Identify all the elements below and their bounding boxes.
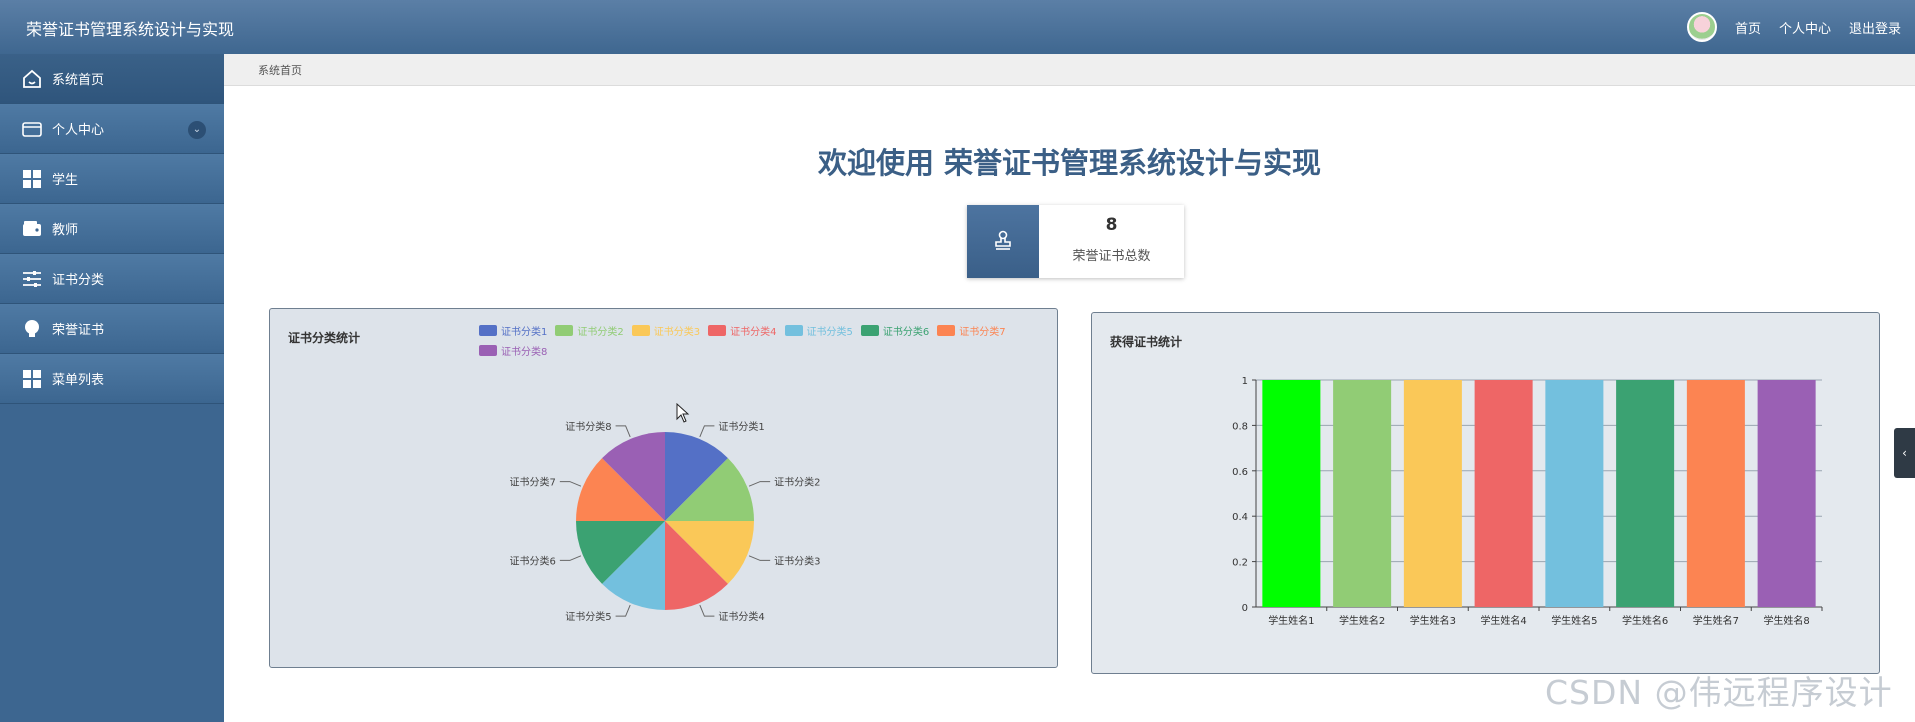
- sidebar-item-honor-cert[interactable]: 荣誉证书: [0, 304, 224, 354]
- pie-label-line: [699, 604, 715, 617]
- sidebar-item-label: 荣誉证书: [52, 323, 105, 338]
- bar-chart: 0 0.2 0.4 0.6 0.8 1 学生姓名1 学生姓名2 学生姓名3 学生姓名4 学生姓名5 学…: [1232, 376, 1823, 627]
- x-tick-label: 学生姓名7: [1693, 614, 1739, 627]
- x-tick-label: 学生姓名4: [1480, 614, 1526, 627]
- sidebar-item-students[interactable]: 学生: [0, 154, 224, 204]
- sidebar-item-menu-list[interactable]: 菜单列表: [0, 354, 224, 404]
- x-tick-label: 学生姓名3: [1410, 614, 1456, 627]
- sidebar-item-label: 学生: [52, 173, 79, 188]
- stat-icon-box: [967, 205, 1039, 278]
- y-tick-label: 0.8: [1232, 421, 1248, 432]
- y-tick-label: 0.2: [1232, 558, 1248, 569]
- stat-label: 荣誉证书总数: [1072, 249, 1151, 264]
- avatar[interactable]: [1686, 12, 1717, 42]
- sidebar-item-label: 菜单列表: [52, 373, 105, 388]
- chevron-down-icon[interactable]: ⌄: [188, 121, 206, 139]
- pie-chart: 证书分类1 证书分类2 证书分类3 证书分类4 证书分类5 证书分类6 证书分类7 证书分类8: [509, 420, 820, 623]
- stamp-icon: [992, 229, 1014, 255]
- sliders-icon: [20, 267, 44, 291]
- sidebar-item-teachers[interactable]: 教师: [0, 204, 224, 254]
- bar[interactable]: [1474, 380, 1533, 607]
- pie-slice-label: 证书分类4: [718, 610, 764, 623]
- bar-chart-panel: 获得证书统计 0 0.2 0.4 0.6 0.8 1 学生姓名1 学生姓名2 学生姓名3 学生姓名…: [1091, 312, 1880, 674]
- sidebar: 系统首页 个人中心 ⌄ 学生 教师 证书分类 荣誉证书 菜单列表: [0, 54, 224, 722]
- x-tick-label: 学生姓名5: [1551, 614, 1597, 627]
- pie-slice-label: 证书分类6: [509, 554, 555, 567]
- pie-label-line: [748, 555, 771, 561]
- bar[interactable]: [1686, 380, 1745, 607]
- sidebar-item-home[interactable]: 系统首页: [0, 54, 224, 104]
- y-tick-label: 0: [1242, 603, 1248, 614]
- bulb-icon: [20, 317, 44, 341]
- breadcrumb[interactable]: 系统首页: [258, 62, 302, 78]
- nav-home-link[interactable]: 首页: [1735, 18, 1761, 37]
- bar[interactable]: [1757, 380, 1816, 607]
- stat-value: 8: [1105, 215, 1118, 235]
- x-tick-label: 学生姓名8: [1763, 614, 1809, 627]
- x-tick-label: 学生姓名6: [1622, 614, 1668, 627]
- wallet-icon: [20, 117, 44, 141]
- chevron-left-icon: ‹: [1902, 446, 1907, 460]
- grid-icon: [20, 367, 44, 391]
- mouse-cursor-icon: [676, 402, 690, 427]
- sidebar-item-profile[interactable]: 个人中心 ⌄: [0, 104, 224, 154]
- pie-slice-label: 证书分类3: [774, 554, 820, 567]
- pie-slice-label: 证书分类8: [565, 420, 611, 433]
- collapse-tab[interactable]: ‹: [1894, 428, 1915, 478]
- y-tick-label: 0.4: [1232, 512, 1248, 523]
- wallet-icon: [20, 217, 44, 241]
- y-tick-label: 0.6: [1232, 467, 1248, 478]
- sidebar-item-label: 教师: [52, 223, 79, 238]
- x-tick-label: 学生姓名2: [1339, 614, 1385, 627]
- app-title: 荣誉证书管理系统设计与实现: [26, 20, 235, 39]
- pie-label-line: [615, 425, 631, 438]
- sidebar-item-cert-category[interactable]: 证书分类: [0, 254, 224, 304]
- y-tick-label: 1: [1242, 376, 1248, 387]
- sidebar-item-label: 证书分类: [52, 273, 105, 288]
- pie-slice-label: 证书分类7: [509, 476, 555, 489]
- top-bar: 荣誉证书管理系统设计与实现 首页 个人中心 退出登录: [0, 0, 1915, 54]
- watermark: CSDN @伟远程序设计: [1545, 673, 1893, 712]
- pie-chart-panel: 证书分类统计 证书分类1 证书分类2 证书分类3 证书分类4 证书分类5 证书分类6 证书分…: [269, 308, 1058, 668]
- sidebar-item-label: 系统首页: [52, 73, 105, 88]
- bar[interactable]: [1262, 380, 1321, 607]
- sidebar-item-label: 个人中心: [52, 123, 105, 138]
- grid-icon: [20, 167, 44, 191]
- pie-slice-label: 证书分类5: [565, 610, 611, 623]
- nav-logout-link[interactable]: 退出登录: [1849, 18, 1901, 37]
- pie-slice-label: 证书分类1: [718, 420, 764, 433]
- stat-card: 8 荣誉证书总数: [967, 205, 1184, 278]
- bar[interactable]: [1403, 380, 1462, 607]
- page-title: 欢迎使用 荣誉证书管理系统设计与实现: [817, 146, 1322, 180]
- bar[interactable]: [1616, 380, 1675, 607]
- bar[interactable]: [1545, 380, 1604, 607]
- top-nav: 首页 个人中心 退出登录: [1686, 12, 1901, 42]
- pie-label-line: [559, 481, 582, 487]
- pie-label-line: [699, 425, 715, 438]
- pie-label-line: [748, 481, 771, 487]
- pie-slice-label: 证书分类2: [774, 476, 820, 489]
- pie-label-line: [559, 555, 582, 561]
- breadcrumb-bar: 系统首页: [224, 54, 1915, 86]
- home-icon: [20, 67, 44, 91]
- nav-profile-link[interactable]: 个人中心: [1779, 18, 1831, 37]
- x-tick-label: 学生姓名1: [1268, 614, 1314, 627]
- pie-label-line: [615, 604, 631, 617]
- stat-body: 8 荣誉证书总数: [1039, 205, 1184, 278]
- bar[interactable]: [1333, 380, 1392, 607]
